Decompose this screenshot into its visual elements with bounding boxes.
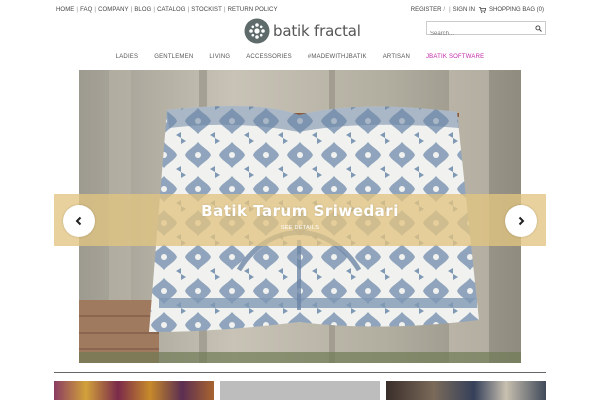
top-link-stockist[interactable]: STOCKIST xyxy=(191,7,222,13)
search-box xyxy=(426,21,546,40)
category-thumbnail[interactable] xyxy=(54,381,214,400)
category-thumbnails xyxy=(54,381,546,400)
nav-gentlemen[interactable]: GENTLEMEN xyxy=(154,54,193,60)
separator: | xyxy=(76,7,79,13)
nav-accessories[interactable]: ACCESSORIES xyxy=(246,54,292,60)
separator: | xyxy=(94,7,97,13)
chevron-left-icon xyxy=(75,216,82,226)
top-link-home[interactable]: HOME xyxy=(56,7,74,13)
separator: | xyxy=(449,7,451,13)
search-input[interactable] xyxy=(427,28,531,40)
slider-prev-button[interactable] xyxy=(63,205,95,237)
category-thumbnail[interactable] xyxy=(220,381,380,400)
nav-ladies[interactable]: LADIES xyxy=(116,54,139,60)
register-link[interactable]: REGISTER xyxy=(411,7,442,13)
logo-text: batik fractal xyxy=(273,22,361,40)
category-thumbnail[interactable] xyxy=(386,381,546,400)
site-logo[interactable]: batik fractal xyxy=(244,18,361,44)
account-links: REGISTER / | SIGN IN SHOPPING BAG (0) xyxy=(411,7,544,13)
separator: | xyxy=(187,7,190,13)
separator: | xyxy=(153,7,156,13)
hero-caption-banner: Batik Tarum Sriwedari SEE DETAILS xyxy=(54,194,546,246)
top-link-blog[interactable]: BLOG xyxy=(134,7,151,13)
nav-artisan[interactable]: ARTISAN xyxy=(383,54,410,60)
chevron-right-icon xyxy=(518,216,525,226)
nav-madewithjbatik[interactable]: #MADEWITHJBATIK xyxy=(308,54,367,60)
shopping-bag-link[interactable]: SHOPPING BAG (0) xyxy=(489,7,544,13)
hero-title: Batik Tarum Sriwedari xyxy=(201,202,399,220)
separator: | xyxy=(223,7,226,13)
top-links: HOME | FAQ | COMPANY | BLOG | CATALOG | STOCK… xyxy=(56,7,278,13)
section-divider xyxy=(54,372,546,373)
main-nav: LADIES GENTLEMEN LIVING ACCESSORIES #MAD… xyxy=(0,54,600,60)
nav-jbatik-software[interactable]: JBATIK SOFTWARE xyxy=(426,54,484,60)
top-link-company[interactable]: COMPANY xyxy=(98,7,129,13)
top-link-catalog[interactable]: CATALOG xyxy=(157,7,185,13)
search-icon[interactable] xyxy=(535,25,542,32)
nav-living[interactable]: LIVING xyxy=(209,54,230,60)
separator: / xyxy=(443,7,446,13)
fractal-logo-icon xyxy=(244,18,270,44)
top-link-return-policy[interactable]: RETURN POLICY xyxy=(228,7,278,13)
cart-icon[interactable] xyxy=(478,7,486,13)
see-details-link[interactable]: SEE DETAILS xyxy=(54,225,546,231)
separator: | xyxy=(130,7,133,13)
top-link-faq[interactable]: FAQ xyxy=(80,7,92,13)
slider-next-button[interactable] xyxy=(505,205,537,237)
sign-in-link[interactable]: SIGN IN xyxy=(453,7,475,13)
